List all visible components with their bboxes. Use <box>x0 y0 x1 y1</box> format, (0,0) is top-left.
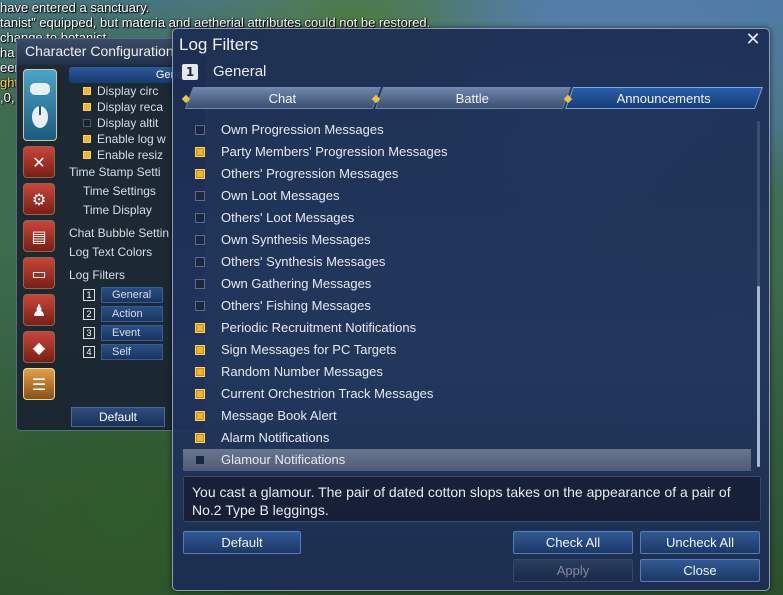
option-label: Enable resiz <box>97 148 164 162</box>
option-label: Display circ <box>97 84 159 98</box>
filter-checkbox[interactable] <box>195 257 205 267</box>
gamepad-icon <box>30 83 50 128</box>
filter-number-badge: 1 <box>182 64 198 80</box>
filter-checkbox[interactable] <box>195 125 205 135</box>
filter-option-row[interactable]: Others' Synthesis Messages <box>183 251 751 273</box>
option-checkbox[interactable] <box>83 135 91 143</box>
filter-number-badge: 3 <box>83 326 95 339</box>
filter-checkbox[interactable] <box>195 389 205 399</box>
check-all-button[interactable]: Check All <box>513 531 633 554</box>
filter-checkbox[interactable] <box>195 279 205 289</box>
filter-checkbox[interactable] <box>195 213 205 223</box>
gears-icon[interactable]: ⚙ <box>23 183 55 215</box>
apply-button[interactable]: Apply <box>513 559 633 582</box>
filter-option-label: Message Book Alert <box>221 408 337 423</box>
filter-option-row[interactable]: Others' Fishing Messages <box>183 295 751 317</box>
filter-checkbox[interactable] <box>195 169 205 179</box>
option-label: Enable log w <box>97 132 166 146</box>
filter-option-row[interactable]: Current Orchestrion Track Messages <box>183 383 751 405</box>
filter-option-label: Sign Messages for PC Targets <box>221 342 397 357</box>
log-filter-button[interactable]: Action <box>101 305 163 322</box>
filter-option-label: Others' Loot Messages <box>221 210 355 225</box>
chat-bubble-icon[interactable]: ☰ <box>23 368 55 400</box>
option-checkbox[interactable] <box>83 87 91 95</box>
filter-option-label: Own Loot Messages <box>221 188 340 203</box>
filter-checkbox[interactable] <box>195 235 205 245</box>
gamepad-mouse-icon[interactable] <box>23 69 57 141</box>
filter-option-label: Others' Synthesis Messages <box>221 254 386 269</box>
filter-options-list: Own Progression Messages Party Members' P… <box>183 119 759 471</box>
close-icon[interactable]: ✕ <box>745 31 761 49</box>
filter-option-row[interactable]: Others' Loot Messages <box>183 207 751 229</box>
filter-option-row[interactable]: Sign Messages for PC Targets <box>183 339 751 361</box>
filter-number-badge: 1 <box>83 288 95 301</box>
description-box: You cast a glamour. The pair of dated co… <box>183 476 761 522</box>
filter-option-row[interactable]: Own Synthesis Messages <box>183 229 751 251</box>
filter-checkbox[interactable] <box>195 455 205 465</box>
category-tabs: Chat Battle Announcements <box>181 87 764 109</box>
tab-announcements[interactable]: Announcements <box>564 87 764 109</box>
log-filter-button[interactable]: General <box>101 286 163 303</box>
filter-checkbox[interactable] <box>195 367 205 377</box>
tab-battle-label: Battle <box>456 91 490 106</box>
tab-chat[interactable]: Chat <box>184 87 382 109</box>
filter-option-label: Periodic Recruitment Notifications <box>221 320 417 335</box>
uncheck-all-button[interactable]: Uncheck All <box>640 531 760 554</box>
option-label: Display reca <box>97 100 164 114</box>
default-button[interactable]: Default <box>183 531 301 554</box>
filter-checkbox[interactable] <box>195 301 205 311</box>
filter-option-label: Random Number Messages <box>221 364 383 379</box>
filter-option-label: Own Synthesis Messages <box>221 232 371 247</box>
filter-option-label: Glamour Notifications <box>221 452 346 467</box>
filter-option-row[interactable]: Own Loot Messages <box>183 185 751 207</box>
filter-option-label: Own Gathering Messages <box>221 276 372 291</box>
filter-option-label: Current Orchestrion Track Messages <box>221 386 434 401</box>
tab-battle[interactable]: Battle <box>374 87 572 109</box>
id-card-icon[interactable]: ▤ <box>23 220 55 252</box>
filter-option-label: Party Members' Progression Messages <box>221 144 448 159</box>
scrollbar-thumb[interactable] <box>757 286 760 467</box>
filter-checkbox[interactable] <box>195 147 205 157</box>
filter-option-row[interactable]: Own Progression Messages <box>183 119 751 141</box>
tab-chat-label: Chat <box>268 91 297 106</box>
config-default-button[interactable]: Default <box>71 407 165 427</box>
filter-option-label: Alarm Notifications <box>221 430 330 445</box>
filter-option-row[interactable]: Others' Progression Messages <box>183 163 751 185</box>
window-icon[interactable]: ▭ <box>23 257 55 289</box>
filter-number-badge: 4 <box>83 345 95 358</box>
filter-checkbox[interactable] <box>195 433 205 443</box>
filter-checkbox[interactable] <box>195 191 205 201</box>
config-category-icons: ✕ ⚙ ▤ ▭ ♟ ◆ ☰ <box>23 69 61 405</box>
filter-option-row[interactable]: Periodic Recruitment Notifications <box>183 317 751 339</box>
filter-option-row[interactable]: Own Gathering Messages <box>183 273 751 295</box>
window-title: Log Filters <box>179 35 259 54</box>
filter-option-label: Others' Fishing Messages <box>221 298 371 313</box>
close-button[interactable]: Close <box>640 559 760 582</box>
crossed-swords-icon[interactable]: ✕ <box>23 146 55 178</box>
tab-announcements-label: Announcements <box>616 91 711 106</box>
filter-option-row[interactable]: Alarm Notifications <box>183 427 751 449</box>
log-filters-window: Log Filters ✕ 1 General Chat Battle Anno… <box>172 28 770 591</box>
character-icon[interactable]: ♟ <box>23 294 55 326</box>
filter-option-label: Own Progression Messages <box>221 122 384 137</box>
filter-number-badge: 2 <box>83 307 95 320</box>
option-checkbox[interactable] <box>83 119 91 127</box>
option-checkbox[interactable] <box>83 103 91 111</box>
chat-line: have entered a sanctuary. <box>0 0 150 15</box>
option-checkbox[interactable] <box>83 151 91 159</box>
filter-checkbox[interactable] <box>195 411 205 421</box>
log-filter-button[interactable]: Self <box>101 343 163 360</box>
filter-option-label: Others' Progression Messages <box>221 166 399 181</box>
filter-option-row[interactable]: Message Book Alert <box>183 405 751 427</box>
dice-icon[interactable]: ◆ <box>23 331 55 363</box>
option-label: Display altit <box>97 116 159 130</box>
filter-option-row[interactable]: Glamour Notifications <box>183 449 751 471</box>
filter-option-row[interactable]: Random Number Messages <box>183 361 751 383</box>
log-filter-button[interactable]: Event <box>101 324 163 341</box>
filter-name-heading: General <box>213 63 267 80</box>
filter-checkbox[interactable] <box>195 345 205 355</box>
filter-checkbox[interactable] <box>195 323 205 333</box>
filter-option-row[interactable]: Party Members' Progression Messages <box>183 141 751 163</box>
